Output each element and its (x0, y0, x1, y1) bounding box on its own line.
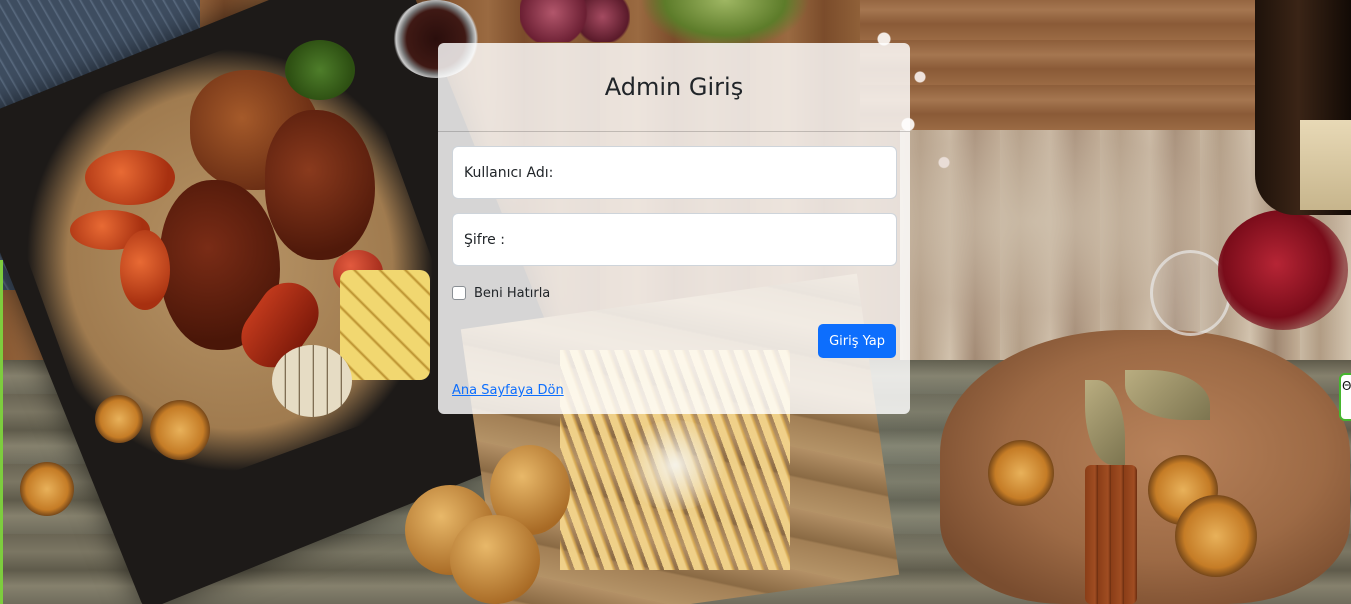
cinnamon-sticks (1085, 465, 1137, 604)
side-widget-tab[interactable]: Θ (1339, 373, 1351, 421)
grilled-pineapple (340, 270, 430, 380)
red-wine-glass (1218, 210, 1348, 330)
bread-bun (450, 515, 540, 604)
login-card-header: Admin Giriş (438, 43, 910, 132)
dried-orange-slice (20, 462, 74, 516)
shrimp (85, 150, 175, 205)
dried-orange-slice (988, 440, 1054, 506)
dried-orange-slice (95, 395, 143, 443)
remember-me-checkbox[interactable] (452, 286, 466, 300)
submit-row: Giriş Yap (452, 324, 896, 358)
shrimp (120, 230, 170, 310)
left-edge-accent (0, 260, 3, 604)
login-card: Admin Giriş Beni Hatırla Giriş Yap Ana S… (438, 43, 910, 414)
dried-orange-slice (1175, 495, 1257, 577)
password-input[interactable] (452, 213, 897, 266)
grated-cheese (620, 420, 730, 510)
login-submit-button[interactable]: Giriş Yap (818, 324, 896, 358)
wine-bottle-label (1300, 120, 1351, 210)
back-to-home-link[interactable]: Ana Sayfaya Dön (452, 383, 564, 398)
dried-orange-slice (150, 400, 210, 460)
remember-me-row: Beni Hatırla (452, 284, 896, 302)
login-title: Admin Giriş (604, 73, 744, 101)
login-form: Beni Hatırla Giriş Yap Ana Sayfaya Dön (438, 132, 910, 399)
herb-garnish (285, 40, 355, 100)
username-input[interactable] (452, 146, 897, 199)
remember-me-label[interactable]: Beni Hatırla (474, 286, 550, 301)
grilled-onion (272, 345, 352, 417)
grapes (520, 0, 630, 42)
side-widget-icon: Θ (1342, 379, 1351, 393)
